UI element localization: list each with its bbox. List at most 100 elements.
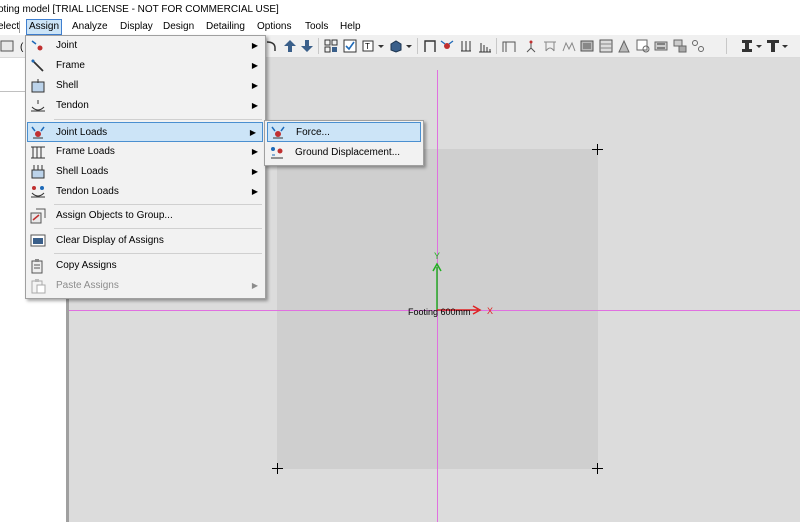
menu-separator [54,119,262,120]
menu-separator [54,204,262,205]
toolbar-separator-3 [496,38,497,54]
menu-options[interactable]: Options [255,20,293,34]
move-down-icon[interactable] [300,39,314,53]
menu-display[interactable]: Display [118,20,155,34]
menu-item-assign-group[interactable]: Assign Objects to Group... [28,206,264,226]
drawing-icon[interactable] [691,39,705,53]
menu-assign[interactable]: Assign [26,19,63,35]
toolbar-separator-2 [417,38,418,54]
corner-marker[interactable] [592,144,603,155]
submenu-item-force[interactable]: Force... [267,122,421,142]
menu-analyze[interactable]: Analyze [70,20,110,34]
frame-load-icon[interactable] [459,39,473,53]
dropdown-arrow-icon-4[interactable] [782,39,788,53]
ground-displacement-icon [269,145,285,161]
box-3d-icon[interactable] [389,39,403,53]
submenu-arrow-icon: ▶ [251,187,258,196]
submenu-arrow-icon: ▶ [251,81,258,90]
check-box-icon[interactable] [343,39,357,53]
submenu-arrow-icon: ▶ [251,281,258,290]
menu-item-label: Shell [56,80,79,91]
menu-design[interactable]: Design [161,20,196,34]
menu-item-copy-assigns[interactable]: Copy Assigns [28,256,264,276]
menu-detailing[interactable]: Detailing [204,20,247,34]
rebar-icon[interactable] [654,39,668,53]
tendon-icon [30,98,46,114]
menu-separator [19,21,20,33]
menu-bar: elect Assign Analyze Display Design Deta… [0,19,800,35]
menu-item-shell-loads[interactable]: Shell Loads ▶ [28,162,264,182]
frame-loads-icon [30,144,46,160]
menu-help[interactable]: Help [338,20,363,34]
structure-icon[interactable] [502,39,516,53]
menu-item-tendon[interactable]: Tendon ▶ [28,96,264,116]
section-cut-icon[interactable] [740,39,754,53]
frame-icon [30,58,46,74]
submenu-arrow-icon: ▶ [251,61,258,70]
toolbar-icon-left[interactable] [0,39,14,53]
tendon-loads-icon [30,184,46,200]
copy-assigns-icon [30,258,46,274]
menu-item-label: Shell Loads [56,166,109,177]
assign-menu: Joint ▶ Frame ▶ Shell ▶ Tendon ▶ Joint L… [25,35,266,299]
menu-item-label: Paste Assigns [56,280,119,291]
frame-draw-icon[interactable] [423,39,437,53]
detail-options-icon[interactable] [673,39,687,53]
menu-item-clear-display[interactable]: Clear Display of Assigns [28,231,264,251]
select-grid-icon[interactable] [324,39,338,53]
area-load-icon[interactable] [617,39,631,53]
menu-item-label: Frame Loads [56,146,115,157]
menu-item-label: Clear Display of Assigns [56,235,164,246]
menu-tools[interactable]: Tools [303,20,330,34]
menu-item-paste-assigns[interactable]: Paste Assigns ▶ [28,276,264,296]
corner-marker[interactable] [592,463,603,474]
shell-icon [30,78,46,94]
menu-item-label: Tendon Loads [56,186,119,197]
menu-item-frame[interactable]: Frame ▶ [28,56,264,76]
title-bar: oting model [TRIAL LICENSE - NOT FOR COM… [0,0,800,19]
menu-item-joint-loads[interactable]: Joint Loads ▶ [27,122,263,142]
move-up-icon[interactable] [283,39,297,53]
submenu-item-label: Ground Displacement... [295,147,401,158]
window-title: oting model [TRIAL LICENSE - NOT FOR COM… [0,4,279,15]
submenu-item-label: Force... [296,127,330,138]
svg-text:(: ( [20,42,24,53]
distributed-load-icon[interactable] [478,39,492,53]
support-icon[interactable] [524,39,538,53]
dropdown-arrow-icon-3[interactable] [756,39,762,53]
t-section-icon[interactable] [766,39,780,53]
object-label: Footing 600mm [408,307,471,317]
design-check-icon[interactable] [636,39,650,53]
submenu-item-ground-displacement[interactable]: Ground Displacement... [267,143,421,163]
menu-item-tendon-loads[interactable]: Tendon Loads ▶ [28,182,264,202]
dropdown-arrow-icon[interactable] [378,39,384,53]
menu-item-label: Frame [56,60,85,71]
slab-strip-icon[interactable] [580,39,594,53]
tendon-profile-icon[interactable] [562,39,576,53]
svg-text:T: T [365,42,370,51]
menu-item-label: Joint Loads [56,127,108,138]
undo-arrow-icon[interactable] [264,39,278,53]
toolbar-separator [318,38,319,54]
menu-item-joint[interactable]: Joint ▶ [28,36,264,56]
clear-display-icon [30,233,46,249]
menu-item-shell[interactable]: Shell ▶ [28,76,264,96]
tag-icon[interactable]: T [362,39,376,53]
submenu-arrow-icon: ▶ [251,147,258,156]
dropdown-arrow-icon-2[interactable] [406,39,412,53]
corner-marker[interactable] [272,463,283,474]
toolbar-separator-4 [726,38,727,54]
submenu-arrow-icon: ▶ [251,41,258,50]
menu-separator [54,228,262,229]
assign-group-icon [30,208,46,224]
menu-item-label: Tendon [56,100,89,111]
joint-load-icon[interactable] [440,39,454,53]
menu-select[interactable]: elect [0,20,21,34]
paste-assigns-icon [30,278,46,294]
wall-panel-icon[interactable] [599,39,613,53]
joint-loads-submenu: Force... Ground Displacement... [264,120,424,166]
tendon-shape-icon[interactable] [543,39,557,53]
y-axis-label: Y [434,251,441,261]
menu-item-frame-loads[interactable]: Frame Loads ▶ [28,142,264,162]
menu-separator [54,253,262,254]
